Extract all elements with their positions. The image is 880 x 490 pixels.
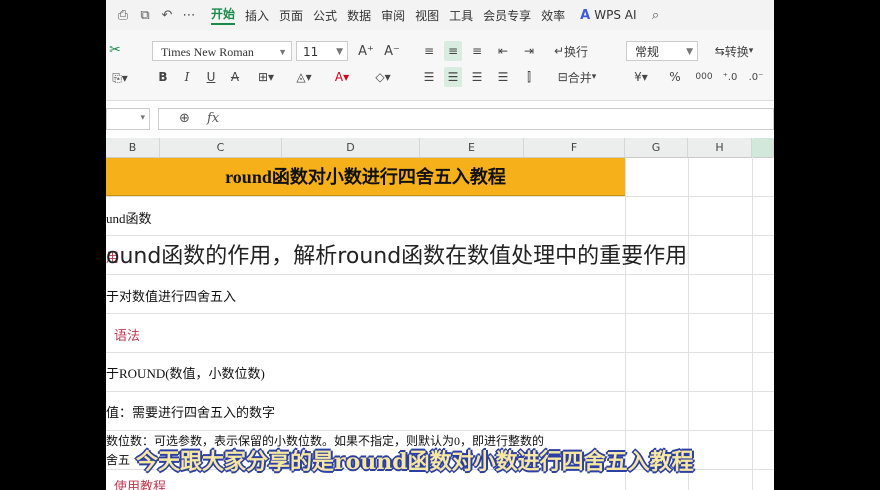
align-left-icon[interactable]: ☰ [420,67,438,87]
cell-text[interactable]: 值：需要进行四舍五入的数字 [106,402,275,421]
cut-icon[interactable]: ✂ [108,40,122,60]
zoom-icon[interactable]: ⊕ [179,111,190,126]
merge-icon: ⊟ [557,70,568,84]
menu-member[interactable]: 会员专享 [483,7,531,24]
menu-review[interactable]: 审阅 [381,7,405,24]
fill-color-icon[interactable]: ◬▾ [290,67,318,87]
menu-efficiency[interactable]: 效率 [541,7,565,24]
menu-bar: ⎙ ⧉ ↶ ⋯ 开始 插入 页面 公式 数据 审阅 视图 工具 会员专享 效率 … [106,0,774,30]
cell-text[interactable]: 语法 [114,325,140,344]
paste-format-icon[interactable]: ⎘▾ [108,68,132,88]
cell-text[interactable]: und函数 [106,208,152,227]
border-icon[interactable]: ⊞▾ [252,67,280,87]
convert-button[interactable]: ⇆ 转换 ▾ [706,41,762,61]
increase-font-icon[interactable]: A⁺ [356,41,376,61]
menu-home[interactable]: 开始 [211,5,236,25]
bold-icon[interactable]: B [154,67,172,87]
wps-ai-label: WPS AI [594,8,637,22]
formula-input[interactable]: ⊕ fx [158,108,774,130]
column-header-h[interactable]: H [688,138,752,158]
fx-icon[interactable]: fx [207,111,219,126]
clear-format-icon[interactable]: ◇▾ [366,67,400,87]
decrease-decimal-icon[interactable]: .0⁻ [746,67,766,87]
font-name-value: Times New Roman [161,45,254,59]
wrap-icon: ↵ [553,44,565,58]
wrap-label: 换行 [564,44,589,59]
ribbon-toolbar: ✂ ⎘▾ Times New Roman ▼ 11 ▼ A⁺ A⁻ B I U … [106,30,774,101]
caption-title-overlay: ound函数的作用，解析round函数在数值处理中的重要作用 [106,244,688,269]
decrease-font-icon[interactable]: A⁻ [382,41,402,61]
merge-label: 合并 [567,70,592,85]
column-header-e[interactable]: E [420,138,524,158]
cell-text[interactable]: 于ROUND(数值，小数位数) [106,363,265,382]
sheet-title-cell[interactable]: round函数对小数进行四舍五入教程 [106,158,625,196]
column-header-c[interactable]: C [160,138,282,158]
indent-increase-icon[interactable]: ⇥ [520,41,538,61]
merge-button[interactable]: ⊟ 合并 ▾ [548,67,606,87]
menu-insert[interactable]: 插入 [245,7,269,24]
thousands-button[interactable]: 000 [692,67,716,87]
menu-tools[interactable]: 工具 [449,7,473,24]
increase-decimal-icon[interactable]: ⁺.0 [720,67,740,87]
wps-ai-logo-icon: A [580,7,591,23]
column-header-f[interactable]: F [524,138,625,158]
underline-icon[interactable]: U [202,67,220,87]
print-icon[interactable]: ⎙ [112,8,134,23]
number-format-value: 常规 [635,45,660,59]
distribute-icon[interactable]: ⫿ [520,67,538,87]
name-box[interactable]: ▾ [106,108,150,130]
font-size-select[interactable]: 11 ▼ [296,41,348,61]
chevron-down-icon: ▼ [278,47,287,57]
align-right-icon[interactable]: ☰ [468,67,486,87]
number-format-select[interactable]: 常规 ▼ [626,41,698,61]
column-header-g[interactable]: G [625,138,688,158]
font-color-icon[interactable]: A▾ [328,67,356,87]
italic-icon[interactable]: I [178,67,196,87]
undo-icon[interactable]: ↶ [156,8,178,23]
cell-text[interactable]: 使用教程 [114,476,166,490]
print-preview-icon[interactable]: ⧉ [134,8,156,23]
chevron-down-icon: ▾ [591,72,597,82]
column-header-d[interactable]: D [282,138,420,158]
align-top-icon[interactable]: ≡ [420,41,438,61]
convert-icon: ⇆ [714,44,725,58]
align-bottom-icon[interactable]: ≡ [468,41,486,61]
cell-text[interactable]: 舍五 [106,451,130,468]
cell-text[interactable]: 于对数值进行四舍五入 [106,286,236,305]
align-middle-icon[interactable]: ≡ [444,41,462,61]
formula-bar: ▾ ⊕ fx [106,106,774,132]
percent-button[interactable]: % [666,67,684,87]
currency-icon[interactable]: ¥▾ [628,67,654,87]
chevron-down-icon: ▾ [140,113,145,123]
menu-page[interactable]: 页面 [279,7,303,24]
more-icon[interactable]: ⋯ [178,8,200,23]
search-icon[interactable]: ⌕ [645,8,667,23]
subtitle-overlay: 今天跟大家分享的是round函数对小数进行四舍五入教程 [136,449,694,475]
font-size-value: 11 [303,45,319,59]
sheet-grid[interactable]: round函数对小数进行四舍五入教程 und函数 用 于对数值进行四舍五入 语法… [106,158,774,490]
chevron-down-icon: ▼ [336,47,343,57]
font-name-select[interactable]: Times New Roman ▼ [152,41,292,61]
indent-decrease-icon[interactable]: ⇤ [494,41,512,61]
menu-view[interactable]: 视图 [415,7,439,24]
menu-formula[interactable]: 公式 [313,7,337,24]
align-center-icon[interactable]: ☰ [444,67,462,87]
chevron-down-icon: ▼ [686,47,693,57]
column-header-i[interactable] [752,138,774,158]
menu-data[interactable]: 数据 [347,7,371,24]
convert-label: 转换 [724,44,749,59]
chevron-down-icon: ▾ [748,46,754,56]
wps-ai-button[interactable]: A WPS AI [580,8,636,23]
justify-icon[interactable]: ☰ [494,67,512,87]
strikethrough-icon[interactable]: A [226,67,244,87]
column-header-b[interactable]: B [106,138,160,158]
wrap-text-button[interactable]: ↵ 换行 [548,41,594,61]
